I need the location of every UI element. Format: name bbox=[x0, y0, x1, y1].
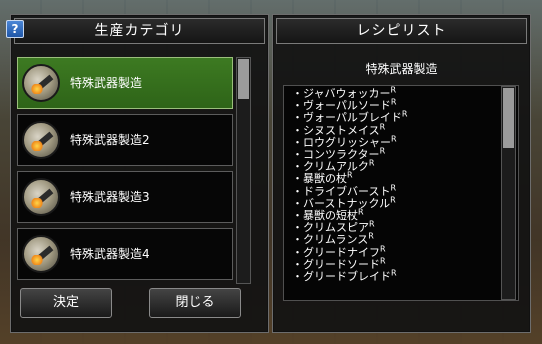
recipe-list-panel: レシピリスト 特殊武器製造 ・ジャバウォッカーR ・ヴォーパルソードR ・ヴォーパル… bbox=[272, 14, 531, 333]
production-category-panel: 生産カテゴリ 特殊武器製造 特殊武器製造2 特殊武器製造3 特殊武器製造4 決定… bbox=[10, 14, 269, 333]
recipe-list-item[interactable]: ・グリードブレイドR bbox=[292, 268, 407, 284]
recipe-bullet: ・ bbox=[292, 123, 303, 137]
close-button[interactable]: 閉じる bbox=[149, 288, 241, 318]
recipe-name: ヴォーパルブレイド bbox=[303, 111, 402, 125]
recipe-name: グリードソード bbox=[303, 257, 380, 271]
rank-mark: R bbox=[390, 195, 396, 205]
recipe-category-subtitle: 特殊武器製造 bbox=[365, 62, 438, 76]
category-item-label: 特殊武器製造3 bbox=[70, 190, 150, 204]
recipe-bullet: ・ bbox=[292, 196, 303, 210]
recipe-name: クリムランス bbox=[303, 233, 369, 247]
decide-button[interactable]: 決定 bbox=[20, 288, 112, 318]
rank-mark: R bbox=[380, 256, 386, 266]
recipe-name: ドライブバースト bbox=[303, 184, 391, 198]
rank-mark: R bbox=[390, 85, 397, 95]
recipe-bullet: ・ bbox=[292, 233, 303, 247]
recipe-bullet: ・ bbox=[292, 270, 303, 284]
rank-mark: R bbox=[391, 134, 397, 144]
recipe-bullet: ・ bbox=[292, 245, 303, 259]
category-item-3[interactable]: 特殊武器製造3 bbox=[17, 171, 233, 223]
rank-mark: R bbox=[358, 207, 364, 217]
category-item-2[interactable]: 特殊武器製造2 bbox=[17, 114, 233, 166]
recipe-name: ロウグリッシャー bbox=[303, 135, 391, 149]
rank-mark: R bbox=[347, 170, 353, 180]
weapon-craft-icon bbox=[22, 121, 60, 159]
rank-mark: R bbox=[379, 121, 386, 131]
rank-mark: R bbox=[401, 109, 408, 119]
rank-mark: R bbox=[369, 219, 375, 229]
rank-mark: R bbox=[368, 231, 374, 241]
category-list: 特殊武器製造 特殊武器製造2 特殊武器製造3 特殊武器製造4 bbox=[17, 57, 233, 282]
recipe-list-box: ・ジャバウォッカーR ・ヴォーパルソードR ・ヴォーパルブレイドR ・シヌストメイスR… bbox=[283, 85, 519, 301]
category-item-label: 特殊武器製造2 bbox=[70, 133, 150, 147]
recipe-bullet: ・ bbox=[292, 184, 303, 198]
recipe-list: ・ジャバウォッカーR ・ヴォーパルソードR ・ヴォーパルブレイドR ・シヌストメイスR… bbox=[292, 85, 408, 284]
recipe-name: シヌストメイス bbox=[303, 123, 380, 137]
rank-mark: R bbox=[390, 182, 397, 192]
category-scrollbar[interactable] bbox=[236, 57, 251, 284]
recipe-scrollbar-thumb[interactable] bbox=[503, 88, 514, 148]
category-item-1[interactable]: 特殊武器製造 bbox=[17, 57, 233, 109]
recipe-bullet: ・ bbox=[292, 135, 303, 149]
category-scrollbar-thumb[interactable] bbox=[238, 59, 249, 99]
help-icon[interactable]: ? bbox=[6, 20, 24, 38]
weapon-craft-icon bbox=[22, 64, 60, 102]
recipe-name: 暴獣の杖 bbox=[303, 172, 347, 186]
category-item-4[interactable]: 特殊武器製造4 bbox=[17, 228, 233, 280]
recipe-name: グリードブレイド bbox=[303, 270, 391, 284]
recipe-name: グリードナイフ bbox=[303, 245, 380, 259]
recipe-panel-title: レシピリスト bbox=[276, 18, 527, 44]
rank-mark: R bbox=[368, 158, 375, 168]
rank-mark: R bbox=[379, 146, 386, 156]
rank-mark: R bbox=[391, 268, 397, 278]
rank-mark: R bbox=[380, 243, 386, 253]
recipe-bullet: ・ bbox=[292, 111, 303, 125]
category-item-label: 特殊武器製造 bbox=[70, 76, 143, 90]
recipe-scrollbar[interactable] bbox=[501, 86, 516, 300]
recipe-bullet: ・ bbox=[292, 172, 303, 186]
recipe-bullet: ・ bbox=[292, 257, 303, 271]
rank-mark: R bbox=[390, 97, 397, 107]
recipe-name: バーストナックル bbox=[303, 196, 391, 210]
category-panel-title: 生産カテゴリ bbox=[14, 18, 265, 44]
category-item-label: 特殊武器製造4 bbox=[70, 247, 150, 261]
weapon-craft-icon bbox=[22, 235, 60, 273]
weapon-craft-icon bbox=[22, 178, 60, 216]
